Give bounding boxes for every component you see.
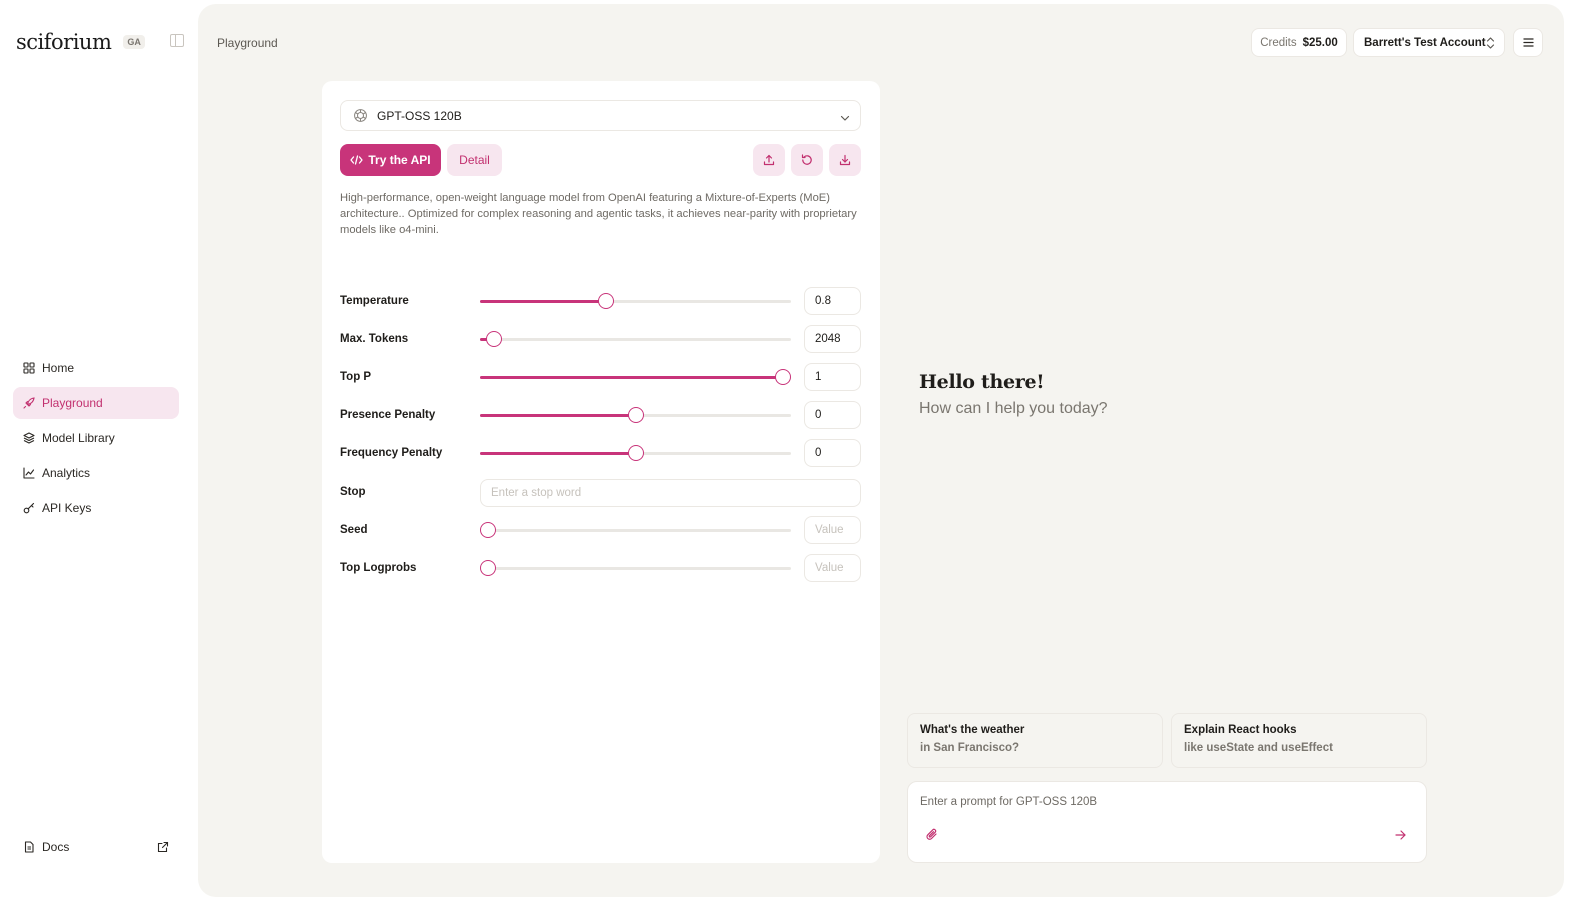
refresh-icon [801, 154, 813, 166]
temperature-label: Temperature [340, 295, 409, 307]
sidebar-item-model-library[interactable]: Model Library [13, 422, 179, 454]
top-p-input[interactable]: 1 [804, 363, 861, 391]
breadcrumb: Playground [217, 36, 278, 50]
sidebar-item-label: Model Library [42, 431, 115, 445]
slider-thumb[interactable] [627, 445, 644, 461]
sidebar-item-analytics[interactable]: Analytics [13, 457, 179, 489]
slider-thumb[interactable] [485, 331, 502, 347]
suggestion-card[interactable]: What's the weather in San Francisco? [907, 713, 1163, 768]
suggestion-subtitle: like useState and useEffect [1184, 742, 1333, 754]
download-button[interactable] [829, 144, 861, 176]
top-logprobs-input[interactable]: Value [804, 554, 861, 582]
sidebar-item-label: Analytics [42, 466, 91, 480]
model-description: High-performance, open-weight language m… [340, 192, 857, 236]
sidebar-item-docs[interactable]: Docs [23, 840, 169, 854]
logo[interactable]: sciforium [16, 30, 112, 54]
logo-row: sciforium GA [16, 30, 186, 54]
prompt-box[interactable]: Enter a prompt for GPT-OSS 120B [907, 781, 1427, 863]
slider-thumb[interactable] [479, 522, 496, 538]
credits-amount: $25.00 [1302, 36, 1338, 49]
chevron-down-icon [840, 111, 850, 125]
sidebar: sciforium GA Home Playground Model Libra… [0, 0, 198, 903]
slider-fill [480, 300, 606, 303]
suggestion-title: What's the weather [920, 724, 1025, 736]
slider-fill [480, 414, 636, 417]
sidebar-item-api-keys[interactable]: API Keys [13, 492, 179, 524]
chart-line-icon [23, 467, 35, 479]
settings-panel: GPT-OSS 120B Try the API Detail High-per… [322, 81, 880, 863]
max-tokens-label: Max. Tokens [340, 333, 409, 345]
account-switcher[interactable]: Barrett's Test Account [1353, 28, 1505, 57]
sidebar-nav: Home Playground Model Library Analytics … [13, 352, 179, 527]
slider-thumb[interactable] [627, 407, 644, 423]
layers-icon [23, 432, 35, 444]
credits-display[interactable]: Credits $25.00 [1251, 28, 1347, 57]
slider-thumb[interactable] [775, 369, 792, 385]
seed-input[interactable]: Value [804, 516, 861, 544]
frequency-penalty-label: Frequency Penalty [340, 447, 443, 459]
slider-fill [480, 376, 784, 379]
temperature-input[interactable]: 0.8 [804, 287, 861, 315]
slider-fill [480, 452, 636, 455]
presence-penalty-label: Presence Penalty [340, 409, 436, 421]
detail-button[interactable]: Detail [447, 144, 502, 176]
reset-button[interactable] [791, 144, 823, 176]
try-api-button[interactable]: Try the API [340, 144, 441, 176]
suggestion-title: Explain React hooks [1184, 724, 1297, 736]
grid-icon [23, 362, 35, 374]
try-api-label: Try the API [368, 153, 431, 167]
frequency-penalty-slider[interactable] [480, 445, 791, 461]
presence-penalty-slider[interactable] [480, 407, 791, 423]
top-logprobs-slider[interactable] [479, 560, 791, 576]
chevron-up-down-icon [1486, 37, 1495, 52]
seed-label: Seed [340, 524, 368, 536]
seed-slider[interactable] [479, 522, 791, 538]
sidebar-item-label: API Keys [42, 501, 92, 515]
max-tokens-input[interactable]: 2048 [804, 325, 861, 353]
hamburger-icon [1522, 36, 1534, 50]
sidebar-item-label: Home [42, 361, 75, 375]
upload-icon [763, 154, 775, 166]
stop-input[interactable]: Enter a stop word [480, 479, 861, 507]
credits-label: Credits [1260, 36, 1297, 49]
document-icon [23, 841, 35, 853]
sidebar-toggle-icon[interactable] [170, 34, 184, 47]
prompt-input[interactable]: Enter a prompt for GPT-OSS 120B [920, 796, 1097, 808]
docs-label: Docs [42, 840, 70, 854]
download-icon [839, 154, 851, 166]
greeting-subtitle: How can I help you today? [919, 400, 1108, 417]
send-arrow-icon[interactable] [1395, 829, 1406, 843]
sidebar-item-playground[interactable]: Playground [13, 387, 179, 419]
top-p-slider[interactable] [480, 369, 792, 385]
account-name: Barrett's Test Account [1364, 36, 1486, 49]
presence-penalty-input[interactable]: 0 [804, 401, 861, 429]
key-icon [23, 502, 35, 514]
temperature-slider[interactable] [480, 293, 791, 309]
paperclip-icon[interactable] [926, 828, 938, 844]
max-tokens-slider[interactable] [480, 331, 791, 347]
model-select[interactable]: GPT-OSS 120B [340, 100, 861, 131]
top-p-label: Top P [340, 371, 372, 383]
greeting-title: Hello there! [919, 371, 1045, 393]
upload-button[interactable] [753, 144, 785, 176]
sidebar-item-home[interactable]: Home [13, 352, 179, 384]
slider-thumb[interactable] [479, 560, 496, 576]
model-name: GPT-OSS 120B [377, 108, 462, 123]
suggestion-card[interactable]: Explain React hooks like useState and us… [1171, 713, 1427, 768]
suggestion-subtitle: in San Francisco? [920, 742, 1020, 754]
main-area: Playground Credits $25.00 Barrett's Test… [198, 4, 1564, 897]
openai-icon [353, 108, 368, 123]
ga-badge: GA [123, 35, 145, 49]
frequency-penalty-input[interactable]: 0 [804, 439, 861, 467]
top-logprobs-label: Top Logprobs [340, 562, 417, 574]
slider-thumb[interactable] [597, 293, 614, 309]
rocket-icon [23, 397, 35, 409]
code-icon [350, 155, 368, 165]
stop-label: Stop [340, 486, 366, 498]
menu-button[interactable] [1513, 28, 1543, 57]
sidebar-item-label: Playground [42, 396, 103, 410]
external-link-icon [157, 841, 169, 856]
